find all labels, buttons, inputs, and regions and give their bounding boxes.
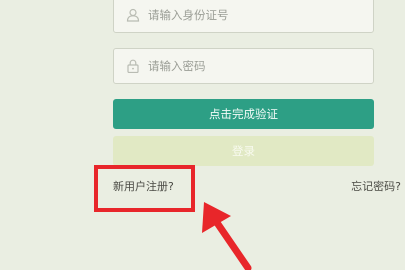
id-number-field[interactable] [113, 0, 374, 33]
forgot-password-link[interactable]: 忘记密码? [351, 178, 401, 194]
user-icon [126, 8, 140, 22]
annotation-highlight-box [94, 165, 195, 212]
lock-icon [127, 59, 139, 73]
login-button[interactable]: 登录 [113, 136, 374, 166]
password-input[interactable] [148, 49, 363, 83]
password-field[interactable] [113, 48, 374, 84]
annotation-arrow [202, 202, 252, 270]
id-number-input[interactable] [148, 0, 363, 32]
verify-button[interactable]: 点击完成验证 [113, 99, 374, 129]
